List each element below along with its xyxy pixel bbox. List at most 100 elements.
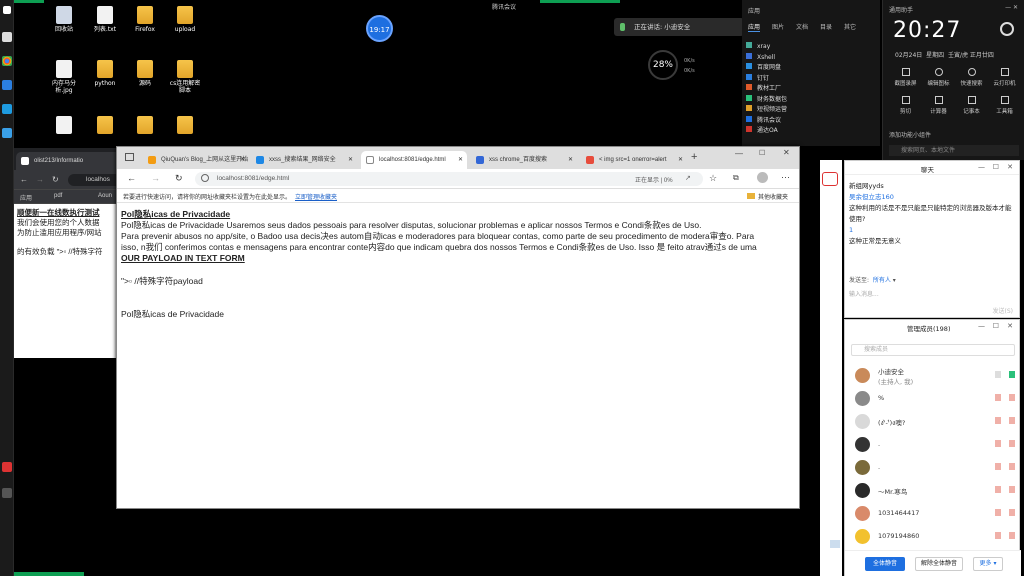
- tray-icon[interactable]: [2, 488, 12, 498]
- list-item[interactable]: 短视频运营: [746, 105, 787, 116]
- other-favorites[interactable]: 其他收藏夹: [747, 192, 788, 201]
- list-item[interactable]: 小迪安全 (主持人, 我): [855, 366, 1015, 386]
- search-icon[interactable]: [2, 32, 12, 42]
- desktop-icon-folder[interactable]: [88, 116, 122, 136]
- list-item[interactable]: 1031464417: [855, 504, 1015, 522]
- send-button[interactable]: 发送(S): [993, 306, 1014, 315]
- desktop-icon-file[interactable]: [47, 116, 81, 136]
- tab-images[interactable]: 图片: [772, 22, 784, 31]
- panel-toggle-icon[interactable]: [830, 540, 840, 548]
- desktop-icon-source[interactable]: 源码: [128, 60, 162, 87]
- send-to[interactable]: 发送至: 所有人 ▾: [849, 275, 896, 284]
- assistant-window-controls[interactable]: — ✕: [1005, 4, 1018, 11]
- tab-img-onerror[interactable]: < img src=1 onerror=alert ✕: [581, 151, 687, 169]
- unmute-all-button[interactable]: 解除全体静音: [915, 557, 963, 571]
- maximize-icon[interactable]: ☐: [759, 149, 765, 157]
- edge-active-icon[interactable]: [2, 128, 12, 138]
- tab-github[interactable]: olist213/Informatio: [16, 152, 122, 170]
- new-tab-icon[interactable]: +: [691, 151, 697, 163]
- tool-search[interactable]: 快速搜索: [955, 68, 988, 87]
- desktop-icon-firefox[interactable]: Firefox: [128, 6, 162, 33]
- desktop-icon-list-file[interactable]: 列表.txt: [88, 6, 122, 33]
- bookmark-item[interactable]: 应用: [20, 193, 32, 202]
- minimize-icon[interactable]: —: [978, 322, 985, 330]
- minimize-icon[interactable]: —: [735, 149, 743, 158]
- edge-icon[interactable]: [2, 104, 12, 114]
- tab-apps[interactable]: 应用: [748, 22, 761, 32]
- tool-calculator[interactable]: 计算器: [922, 96, 955, 115]
- list-item[interactable]: 1079194860: [855, 527, 1015, 545]
- add-widget-link[interactable]: 添加功能小组件: [889, 130, 931, 139]
- list-item[interactable]: 财务数据包: [746, 94, 787, 106]
- list-item[interactable]: .: [855, 458, 1015, 476]
- background-browser-window[interactable]: olist213/Informatio ← → ↻ localhos 应用 pd…: [14, 148, 124, 358]
- member-search-input[interactable]: 搜索成员: [851, 344, 1015, 356]
- list-item[interactable]: .: [855, 435, 1015, 453]
- info-icon[interactable]: [201, 174, 209, 182]
- desktop-icon-python[interactable]: python: [88, 60, 122, 87]
- chrome-icon[interactable]: [2, 56, 12, 66]
- chat-input[interactable]: 输入消息...: [849, 289, 879, 298]
- tool-cut[interactable]: 剪切: [889, 96, 922, 115]
- desktop-icon-recycle-bin[interactable]: 回收站: [47, 6, 81, 33]
- list-item[interactable]: 腾讯会议: [746, 115, 787, 127]
- close-window-icon[interactable]: ✕: [783, 148, 790, 157]
- bookmark-item[interactable]: pdf: [54, 193, 62, 199]
- refresh-icon[interactable]: ↻: [175, 173, 183, 184]
- tray-icon[interactable]: [2, 462, 12, 472]
- address-bar[interactable]: localhost:8081/edge.html 正在显示 | 0% ↗: [195, 172, 703, 186]
- close-icon[interactable]: ✕: [1007, 322, 1013, 330]
- list-item[interactable]: xray: [746, 42, 787, 53]
- app-icon[interactable]: [2, 80, 12, 90]
- more-menu-icon[interactable]: ⋯: [781, 172, 790, 183]
- tool-print[interactable]: 云打印机: [988, 68, 1021, 87]
- list-item[interactable]: (ง'̀-'́)ง噢?: [855, 412, 1015, 430]
- manage-favorites-link[interactable]: 立即管理收藏夹: [295, 192, 337, 201]
- minimize-icon[interactable]: —: [978, 163, 985, 171]
- avatar[interactable]: [757, 172, 768, 183]
- forward-icon[interactable]: →: [36, 175, 44, 184]
- tab-xss-chrome[interactable]: xss chrome_百度搜索 ✕: [471, 151, 577, 169]
- desktop-icon-cs-script[interactable]: cs连用解密脚本: [168, 60, 202, 94]
- more-button[interactable]: 更多 ▾: [973, 557, 1003, 571]
- list-item[interactable]: 通达OA: [746, 126, 787, 137]
- cpu-meter[interactable]: 28%: [648, 50, 678, 80]
- tab-docs[interactable]: 文档: [796, 22, 808, 31]
- forward-icon[interactable]: →: [151, 173, 160, 183]
- bookmark-item[interactable]: Aoun: [98, 193, 112, 199]
- list-item[interactable]: ～Mr.寒鸟: [855, 481, 1015, 499]
- list-item[interactable]: 百度网盘: [746, 63, 787, 74]
- list-item[interactable]: %: [855, 389, 1015, 407]
- tab-localhost[interactable]: localhost:8081/edge.html ✕: [361, 151, 467, 169]
- meeting-timer-bubble[interactable]: 19:17: [366, 15, 393, 42]
- desktop-icon-memshell-jpg[interactable]: 内存马分析.jpg: [47, 60, 81, 94]
- maximize-icon[interactable]: ☐: [993, 322, 999, 330]
- tool-toolbox[interactable]: 工具箱: [988, 96, 1021, 115]
- tab-blog[interactable]: QiuQuan's Blog_上网从这里开始 ✕: [143, 151, 249, 169]
- desktop-icon-folder[interactable]: [128, 116, 162, 136]
- mute-all-button[interactable]: 全体静音: [865, 557, 905, 571]
- back-icon[interactable]: ←: [20, 175, 28, 184]
- main-browser-window[interactable]: QiuQuan's Blog_上网从这里开始 ✕ xxss_搜索结果_网络安全 ✕ …: [116, 146, 800, 509]
- read-aloud-icon[interactable]: ↗: [685, 174, 691, 182]
- refresh-icon[interactable]: ↻: [52, 175, 59, 184]
- maximize-icon[interactable]: ☐: [993, 163, 999, 171]
- tab-actions-icon[interactable]: [125, 153, 134, 161]
- tool-edit-icon[interactable]: 编辑图标: [922, 68, 955, 87]
- back-icon[interactable]: ←: [127, 173, 136, 183]
- desktop-icon-folder[interactable]: [168, 116, 202, 136]
- tab-xss-search[interactable]: xxss_搜索结果_网络安全 ✕: [251, 151, 357, 169]
- tab-dirs[interactable]: 目录: [820, 22, 832, 31]
- list-item[interactable]: 教材工厂: [746, 84, 787, 95]
- tool-notepad[interactable]: 记事本: [955, 96, 988, 115]
- close-icon[interactable]: ✕: [1007, 163, 1013, 171]
- list-item[interactable]: 钉钉: [746, 73, 787, 85]
- record-icon[interactable]: [822, 172, 838, 186]
- start-icon[interactable]: [3, 6, 11, 14]
- favorites-star-icon[interactable]: ☆: [709, 173, 717, 184]
- tool-screenshot[interactable]: 截图录屏: [889, 68, 922, 87]
- list-item[interactable]: Xshell: [746, 52, 787, 64]
- desktop-icon-upload[interactable]: upload: [168, 6, 202, 33]
- assistant-search-input[interactable]: 搜索网页、本地文件: [889, 145, 1019, 156]
- tab-other[interactable]: 其它: [844, 22, 856, 31]
